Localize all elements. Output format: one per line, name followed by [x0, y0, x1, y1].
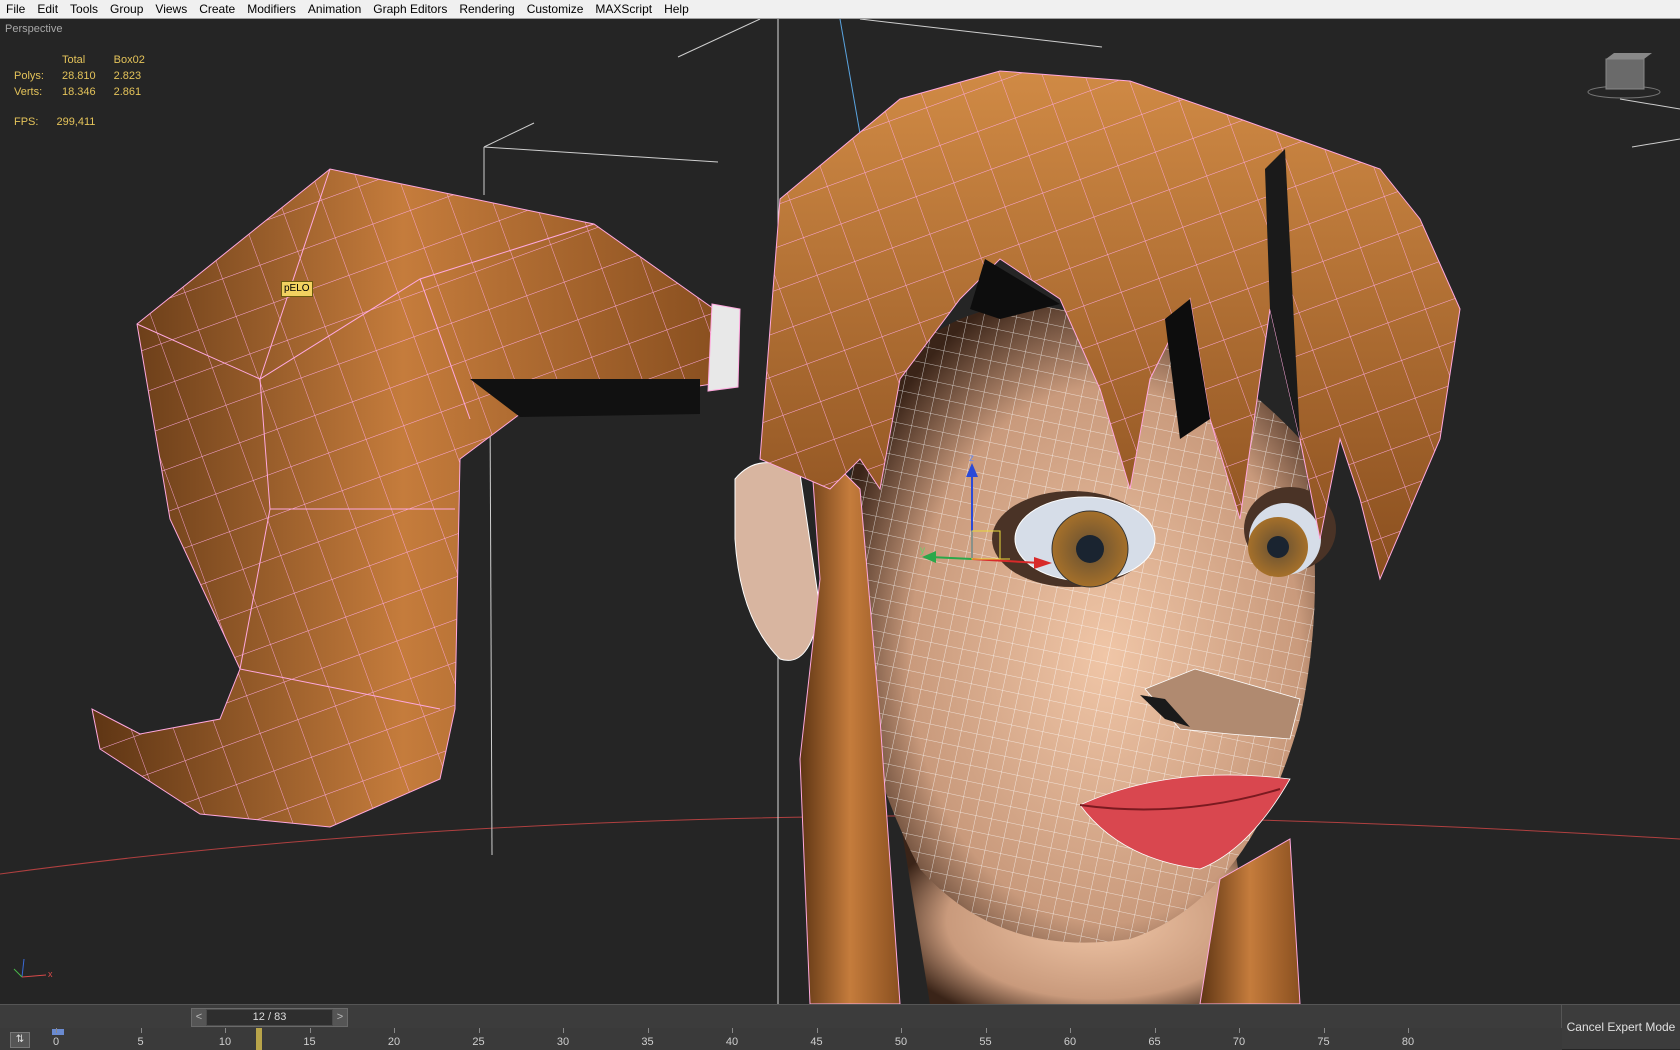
track-tick	[478, 1028, 480, 1033]
polys-label: Polys:	[14, 70, 44, 82]
menu-edit[interactable]: Edit	[31, 0, 64, 18]
time-slider-bar: < 12 / 83 > Cancel Expert Mode	[0, 1004, 1680, 1049]
track-tick-label: 5	[137, 1036, 144, 1048]
track-tick-label: 50	[894, 1036, 908, 1048]
track-bar[interactable]: ⇅ 0 5 10 15 20 25 30 35 40 45 50 55 60 65 70 75 80	[0, 1028, 1562, 1050]
verts-object: 2.861	[113, 86, 142, 98]
menu-modifiers[interactable]: Modifiers	[241, 0, 302, 18]
track-tick	[1154, 1028, 1156, 1033]
fps-label: FPS:	[14, 116, 39, 128]
track-tick-label: 80	[1401, 1036, 1415, 1048]
track-tick-label: 20	[387, 1036, 401, 1048]
menu-rendering[interactable]: Rendering	[453, 0, 520, 18]
track-tick	[1070, 1028, 1071, 1033]
track-tick	[309, 1028, 311, 1033]
track-tick	[647, 1028, 649, 1033]
track-tick	[225, 1028, 226, 1033]
playhead[interactable]	[255, 1028, 262, 1050]
fps-value: 299,411	[56, 116, 96, 128]
stats-header-object: Box02	[113, 54, 145, 66]
track-tick-label: 45	[810, 1036, 823, 1048]
track-tick-label: 0	[52, 1036, 60, 1048]
track-tick	[1408, 1028, 1409, 1033]
time-slider[interactable]: < 12 / 83 >	[191, 1008, 348, 1027]
track-tick	[56, 1028, 57, 1033]
scene-render: z y x	[0, 19, 1680, 1004]
cancel-expert-mode-button[interactable]: Cancel Expert Mode	[1561, 1005, 1680, 1049]
object-name-tag: pELO	[281, 281, 313, 297]
key-filter-icon[interactable]: ⇅	[10, 1032, 30, 1048]
ponytail-mesh	[91, 168, 741, 828]
track-tick	[1239, 1028, 1240, 1033]
verts-total: 18.346	[61, 86, 96, 98]
polys-object: 2.823	[113, 70, 142, 82]
track-tick-label: 30	[556, 1036, 570, 1048]
frame-counter[interactable]: 12 / 83	[207, 1010, 332, 1025]
menu-graph-editors[interactable]: Graph Editors	[367, 0, 453, 18]
menu-customize[interactable]: Customize	[521, 0, 590, 18]
menu-create[interactable]: Create	[193, 0, 241, 18]
track-tick-label: 60	[1063, 1036, 1077, 1048]
perspective-viewport[interactable]: z y x Perspective Total Box02 Polys: 28.…	[0, 19, 1680, 1004]
tripod-x-label: x	[48, 969, 53, 979]
track-tick-label: 55	[979, 1036, 992, 1048]
menu-animation[interactable]: Animation	[302, 0, 367, 18]
menu-help[interactable]: Help	[658, 0, 695, 18]
range-start-marker	[52, 1029, 64, 1035]
statistics-overlay: Total Box02 Polys: 28.810 2.823 Verts: 1…	[14, 53, 163, 131]
track-tick-label: 35	[641, 1036, 654, 1048]
track-tick	[816, 1028, 818, 1033]
track-tick-label: 75	[1317, 1036, 1330, 1048]
menu-bar: File Edit Tools Group Views Create Modifiers An…	[0, 0, 1680, 19]
verts-label: Verts:	[14, 86, 43, 98]
menu-tools[interactable]: Tools	[64, 0, 104, 18]
next-frame-button[interactable]: >	[333, 1009, 347, 1026]
viewport-label[interactable]: Perspective	[5, 23, 62, 35]
viewcube[interactable]	[1587, 53, 1661, 99]
stats-blank	[14, 53, 62, 69]
menu-maxscript[interactable]: MAXScript	[589, 0, 658, 18]
track-tick-label: 10	[218, 1036, 232, 1048]
prev-frame-button[interactable]: <	[192, 1009, 206, 1026]
track-tick	[394, 1028, 395, 1033]
track-tick-label: 15	[303, 1036, 316, 1048]
track-tick	[732, 1028, 733, 1033]
gizmo-z-label: z	[969, 453, 974, 464]
menu-views[interactable]: Views	[149, 0, 193, 18]
track-tick	[985, 1028, 987, 1033]
menu-file[interactable]: File	[0, 0, 31, 18]
stats-header-total: Total	[61, 54, 86, 66]
track-tick-label: 70	[1232, 1036, 1246, 1048]
menu-group[interactable]: Group	[104, 0, 149, 18]
polys-total: 28.810	[61, 70, 96, 82]
track-tick-label: 25	[472, 1036, 485, 1048]
track-tick	[901, 1028, 902, 1033]
track-tick	[1323, 1028, 1325, 1033]
track-tick	[140, 1028, 142, 1033]
world-axis-tripod: x	[13, 958, 53, 979]
gizmo-y-label: y	[920, 545, 925, 556]
track-tick-label: 65	[1148, 1036, 1161, 1048]
track-tick-label: 40	[725, 1036, 739, 1048]
track-tick	[563, 1028, 564, 1033]
